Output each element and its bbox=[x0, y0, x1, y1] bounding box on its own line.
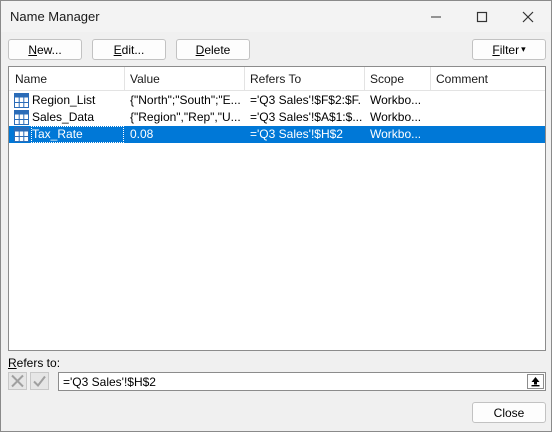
edit-button-accel: E bbox=[113, 42, 122, 57]
cell-name: Sales_Data bbox=[32, 110, 95, 124]
cell-comment bbox=[436, 92, 541, 109]
table-row[interactable]: Region_List {"North";"South";"E... ='Q3 … bbox=[9, 92, 545, 109]
cell-refers-to: ='Q3 Sales'!$F$2:$F... bbox=[250, 93, 362, 107]
close-icon bbox=[522, 11, 534, 22]
new-button-accel: N bbox=[28, 42, 37, 57]
delete-button-accel: D bbox=[195, 42, 205, 57]
name-manager-dialog: Name Manager New... Edit... Delete Filte… bbox=[0, 0, 552, 432]
filter-button[interactable]: Filter ▾ bbox=[472, 39, 546, 60]
new-button-label: ew... bbox=[36, 42, 62, 57]
list-header: Name Value Refers To Scope Comment bbox=[9, 67, 545, 91]
minimize-button[interactable] bbox=[413, 1, 459, 32]
maximize-icon bbox=[476, 11, 488, 22]
table-row[interactable]: Sales_Data {"Region","Rep","U... ='Q3 Sa… bbox=[9, 109, 545, 126]
named-range-icon bbox=[14, 110, 29, 125]
delete-button[interactable]: Delete bbox=[176, 39, 250, 60]
cancel-edit-button[interactable] bbox=[8, 372, 27, 390]
refers-to-label: Refers to: bbox=[8, 356, 60, 370]
cell-comment bbox=[436, 109, 541, 126]
column-header-refers-to[interactable]: Refers To bbox=[244, 67, 364, 90]
close-window-button[interactable] bbox=[505, 1, 551, 32]
refers-to-input[interactable]: ='Q3 Sales'!$H$2 bbox=[58, 372, 546, 391]
filter-button-label: ilter bbox=[499, 42, 520, 57]
chevron-down-icon: ▾ bbox=[521, 44, 526, 54]
maximize-button[interactable] bbox=[459, 1, 505, 32]
named-range-icon bbox=[14, 93, 29, 108]
cell-name: Tax_Rate bbox=[31, 126, 124, 143]
column-header-comment[interactable]: Comment bbox=[430, 67, 545, 90]
checkmark-icon bbox=[30, 372, 49, 390]
collapse-arrow-icon bbox=[531, 377, 540, 387]
column-header-scope[interactable]: Scope bbox=[364, 67, 430, 90]
minimize-icon bbox=[431, 16, 441, 17]
refers-to-accel: R bbox=[8, 356, 17, 370]
cell-value: {"Region","Rep","U... bbox=[130, 110, 241, 124]
close-button-label: Close bbox=[493, 405, 525, 420]
column-header-value[interactable]: Value bbox=[124, 67, 244, 90]
refers-to-value: ='Q3 Sales'!$H$2 bbox=[63, 375, 156, 389]
cell-scope: Workbo... bbox=[370, 127, 422, 141]
table-row-selected[interactable]: Tax_Rate 0.08 ='Q3 Sales'!$H$2 Workbo... bbox=[9, 126, 545, 143]
cell-comment bbox=[436, 126, 541, 143]
edit-button-label: dit... bbox=[121, 42, 145, 57]
cell-refers-to: ='Q3 Sales'!$A$1:$... bbox=[250, 110, 362, 124]
cell-name: Region_List bbox=[32, 93, 96, 107]
new-button[interactable]: New... bbox=[8, 39, 82, 60]
cell-refers-to: ='Q3 Sales'!$H$2 bbox=[250, 127, 343, 141]
cell-value: 0.08 bbox=[130, 127, 154, 141]
collapse-dialog-button[interactable] bbox=[527, 374, 544, 389]
window-title: Name Manager bbox=[10, 9, 100, 24]
refers-to-label-text: efers to: bbox=[16, 356, 61, 370]
close-button[interactable]: Close bbox=[472, 402, 546, 423]
cell-scope: Workbo... bbox=[370, 110, 422, 124]
filter-button-accel: F bbox=[492, 42, 500, 57]
delete-button-label: elete bbox=[204, 42, 231, 57]
title-bar: Name Manager bbox=[1, 1, 551, 32]
edit-button[interactable]: Edit... bbox=[92, 39, 166, 60]
commit-edit-button[interactable] bbox=[30, 372, 49, 390]
names-list[interactable]: Name Value Refers To Scope Comment Regio… bbox=[8, 66, 546, 351]
cancel-x-icon bbox=[8, 372, 27, 390]
cell-scope: Workbo... bbox=[370, 93, 422, 107]
column-header-name[interactable]: Name bbox=[9, 67, 124, 90]
named-range-icon bbox=[14, 127, 29, 142]
cell-value: {"North";"South";"E... bbox=[130, 93, 241, 107]
